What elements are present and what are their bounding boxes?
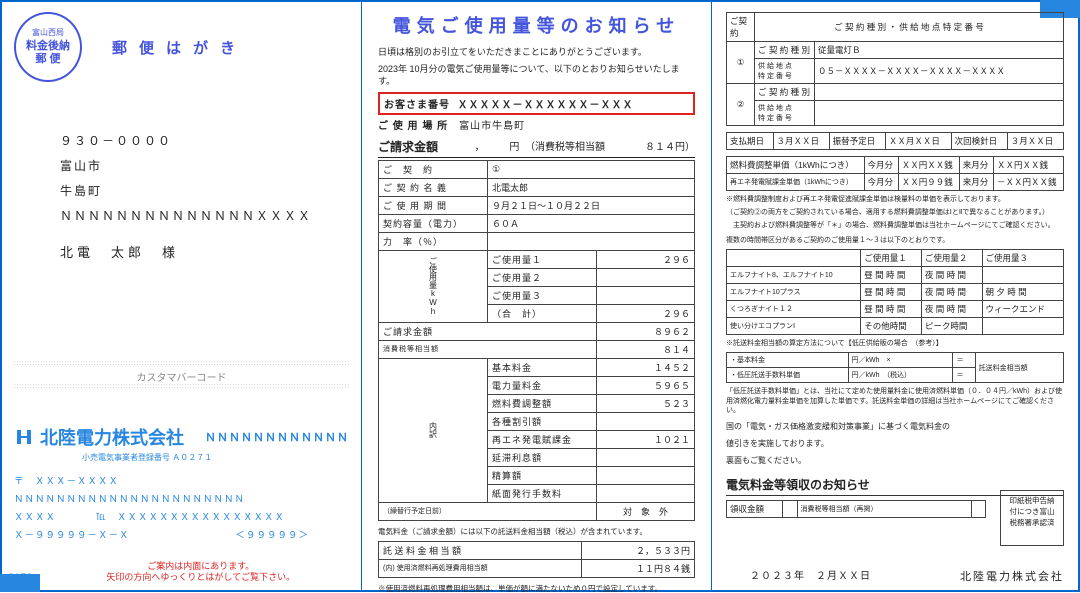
customer-number: ＸＸＸＸＸ－ＸＸＸＸＸＸ－ＸＸＸ	[458, 100, 634, 111]
company-logo-icon	[14, 428, 34, 446]
time-segment-table: ご使用量１ご使用量２ご使用量３ エルフナイト8、エルフナイト10昼 間 時 間夜…	[726, 249, 1064, 335]
intro-line2: 2023年 10月分の電気ご使用量等について、以下のとおりお知らせいたします。	[378, 63, 695, 88]
fuel-note2: （ご契約②の両方をご契約されている場合、適用する燃料費調整単価はⅠとⅡで異なるこ…	[726, 208, 1064, 217]
transmission-note: 電気料金（ご請求金額）には以下の託送料金相当額（税込）が含まれています。	[378, 527, 695, 537]
barcode-dots-bottom: ::::::::::::::::::::::::::::::::::::::::…	[14, 384, 349, 390]
hagaki-label: 郵便はがき	[112, 37, 247, 58]
city: 富山市	[60, 157, 349, 174]
fuel-adjustment-table: 燃料費調整単価（1kWhにつき）今月分ＸＸ円ＸＸ銭来月分ＸＸ円ＸＸ銭 再エネ発電…	[726, 156, 1064, 191]
policy-line2: 値引きを実施しております。	[726, 438, 1064, 449]
town: 牛島町	[60, 182, 349, 199]
billing-amount-heading: ご請求金額 ， 円 （消費税等相当額 ８１４円）	[378, 138, 695, 158]
tax-stamp-box: 印紙税申告納 付につき富山 税務署承認済	[1000, 490, 1064, 546]
stamp-office: 富山西局	[32, 28, 64, 38]
billing-detail-table: ご 契 約① ご 契 約 名 義北電太郎 ご 使 用 期 間９月２１日～１０月２…	[378, 160, 695, 521]
company-code-l: Ｘ－９９９９９－Ｘ－Ｘ	[14, 527, 130, 541]
barcode-dots-top: ::::::::::::::::::::::::::::::::::::::::…	[14, 361, 349, 367]
company-name: 北陸電力株式会社	[40, 424, 184, 450]
addr-placeholder: ＮＮＮＮＮＮＮＮＮＮＮＮＮＮＸＸＸＸ	[60, 207, 349, 224]
wheeling-calc-table: ・基本料金円／kWh ×＝託送料金相当額 ・低圧託送手数料単価円／kWh （税込…	[726, 352, 1064, 383]
date-table: 支払期日３月ＸＸ日 振替予定日ＸＸ月ＸＸ日 次回検針日３月ＸＸ日	[726, 132, 1064, 150]
transmission-fee-table: 託 送 料 金 相 当 額２，５３３円 (内) 使用済燃料再処理費用相当額１１円…	[378, 541, 695, 578]
receipt-date: ２０２３年 ２月ＸＸ日	[750, 567, 871, 582]
receipt-table: 領収金額消費税等相当額（再掲）	[726, 500, 986, 518]
stamp-text1: 料金後納	[26, 40, 70, 53]
intro-line1: 日頃は格別のお引立てをいただきまことにありがとうございます。	[378, 46, 695, 59]
company-license: 小売電気事業者登録番号 Ａ０２７１	[82, 452, 349, 463]
company-nn: ＮＮＮＮＮＮＮＮＮＮＮＮ	[205, 429, 349, 445]
wheeling-heading: ※託送料金相当額の算定方法について【低圧供給販の場合 （参考）】	[726, 339, 1064, 348]
notice-title: 電気ご使用量等のお知らせ	[378, 12, 695, 38]
company-name-right: 北陸電力株式会社	[960, 568, 1064, 584]
company-block: 北陸電力株式会社 ＮＮＮＮＮＮＮＮＮＮＮＮ 小売電気事業者登録番号 Ａ０２７１ …	[14, 424, 349, 541]
page-number: 2172	[8, 572, 32, 584]
zip: ９３０－００００	[60, 132, 349, 149]
policy-line1: 国の「電気・ガス価格激変緩和対策事業」に基づく電気料金の	[726, 421, 1064, 432]
postage-stamp: 富山西局 料金後納 郵 便	[14, 12, 82, 82]
customer-number-box: お客さま番号 ＸＸＸＸＸ－ＸＸＸＸＸＸ－ＸＸＸ	[378, 92, 695, 115]
company-n-line: ＮＮＮＮＮＮＮＮＮＮＮＮＮＮＮＮＮＮＮＮＮＮ	[14, 491, 349, 505]
customer-number-label: お客さま番号	[384, 100, 450, 111]
usage-notice-panel: 電気ご使用量等のお知らせ 日頃は格別のお引立てをいただきまことにありがとうござい…	[362, 2, 712, 590]
address-block: ９３０－００００ 富山市 牛島町 ＮＮＮＮＮＮＮＮＮＮＮＮＮＮＸＸＸＸ 北電 太…	[60, 132, 349, 261]
peel-instruction: ご案内は内面にあります。 矢印の方向へゆっくりとはがしてご覧下さい。	[52, 561, 349, 584]
contract-details-panel: ご契約ご 契 約 種 別 ・ 供 給 地 点 特 定 番 号 ①ご 契 約 種 …	[712, 2, 1078, 590]
wheeling-note: 「低圧託送手数料単価」とは、当社にて定めた使用量料金に使用済燃料単価（０．０４円…	[726, 387, 1064, 414]
postcard-front: 富山西局 料金後納 郵 便 郵便はがき ９３０－００００ 富山市 牛島町 ＮＮＮ…	[2, 2, 362, 590]
fuel-note1: ※燃料費調整制度および再エネ発電促進賦課金単価は検量料の単価を表示しております。	[726, 195, 1064, 204]
barcode-label: カスタマバーコード	[14, 369, 349, 384]
company-zip: 〒 ＸＸＸ－ＸＸＸＸ	[14, 473, 349, 487]
segment-intro: 複数の時間帯区分があるご契約のご使用量１～３は以下のとおりです。	[726, 236, 1064, 245]
stamp-text2: 郵 便	[35, 53, 60, 66]
contract-table: ご契約ご 契 約 種 別 ・ 供 給 地 点 特 定 番 号 ①ご 契 約 種 …	[726, 12, 1064, 126]
usage-place: ご 使 用 場 所 富山市牛島町	[378, 117, 695, 132]
fuel-note3: 主契約および燃料費調整等が「＊」の場合、燃料費調整単価は当社ホームページにてご確…	[726, 221, 1064, 230]
company-tel: ℡ ＸＸＸＸＸＸＸＸＸＸＸＸＸＸＸＸ	[96, 509, 285, 523]
policy-line3: 裏面もご覧ください。	[726, 455, 1064, 466]
company-x-l: ＸＸＸＸ	[14, 509, 56, 523]
recipient-name: 北電 太郎 様	[60, 242, 349, 261]
company-code-r: ＜９９９９９＞	[235, 527, 309, 541]
